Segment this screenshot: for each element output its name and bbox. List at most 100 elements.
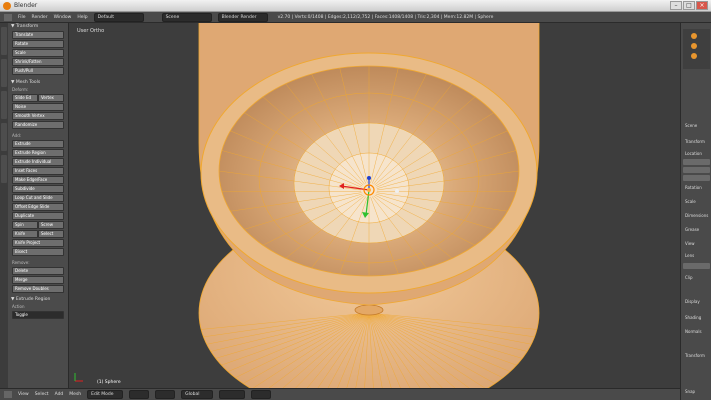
push-pull-button[interactable]: Push/Pull xyxy=(12,67,64,75)
rp-item-scale: Scale xyxy=(685,199,696,204)
rp-item-snap[interactable]: Snap xyxy=(685,389,695,394)
rp-item-transform-orientation[interactable]: Transform xyxy=(685,353,705,358)
tool-shelf: ▼ Transform Translate Rotate Scale Shrin… xyxy=(8,23,69,388)
scale-button[interactable]: Scale xyxy=(12,49,64,57)
make-edge-face-button[interactable]: Make Edge/Face xyxy=(12,176,64,184)
add-label: Add: xyxy=(12,133,22,138)
camera-icon xyxy=(691,33,697,39)
active-object-label: (1) Sphere xyxy=(97,380,121,385)
bisect-button[interactable]: Bisect xyxy=(12,248,64,256)
menu-select[interactable]: Select xyxy=(35,392,49,397)
merge-button[interactable]: Merge xyxy=(12,276,64,284)
location-x-field[interactable] xyxy=(683,159,710,165)
randomize-button[interactable]: Randomize xyxy=(12,121,64,129)
location-z-field[interactable] xyxy=(683,175,710,181)
rp-item-clip: Clip xyxy=(685,275,693,280)
noise-button[interactable]: Noise xyxy=(12,103,64,111)
rp-item-scene[interactable]: Scene xyxy=(685,123,697,128)
info-header: File Render Window Help Default Scene Bl… xyxy=(0,12,711,23)
offset-edge-slide-button[interactable]: Offset Edge Slide xyxy=(12,203,64,211)
deform-label: Deform: xyxy=(12,87,29,92)
tab-tools[interactable] xyxy=(1,27,7,55)
axis-gizmo-icon xyxy=(74,373,83,382)
subdivide-button[interactable]: Subdivide xyxy=(12,185,64,193)
sphere-object-icon xyxy=(691,53,697,59)
screen-layout-select[interactable]: Default xyxy=(93,12,144,22)
extrude-individual-button[interactable]: Extrude Individual xyxy=(12,158,64,166)
inset-faces-button[interactable]: Inset Faces xyxy=(12,167,64,175)
scene-select[interactable]: Scene xyxy=(161,12,212,22)
location-y-field[interactable] xyxy=(683,167,710,173)
outliner-area[interactable] xyxy=(683,29,710,69)
lens-field[interactable] xyxy=(683,263,710,269)
connector-ring xyxy=(354,304,384,316)
window-titlebar: Blender – □ × xyxy=(0,0,711,12)
snap-toggle[interactable] xyxy=(251,390,272,399)
editor-type-icon[interactable] xyxy=(4,13,12,21)
slide-edge-button[interactable]: Slide Ed xyxy=(12,94,38,102)
rp-item-shading[interactable]: Shading xyxy=(685,315,701,320)
menu-add[interactable]: Add xyxy=(55,392,64,397)
3d-viewport[interactable]: User Ortho (1) Sphere xyxy=(69,23,680,388)
rotate-button[interactable]: Rotate xyxy=(12,40,64,48)
smooth-vertex-button[interactable]: Smooth Vertex xyxy=(12,112,64,120)
menu-mesh[interactable]: Mesh xyxy=(69,392,81,397)
select-mode-buttons[interactable] xyxy=(219,390,246,399)
shading-select[interactable] xyxy=(129,390,150,399)
minimize-button[interactable]: – xyxy=(670,1,682,10)
extrude-region-panel-header[interactable]: ▼ Extrude Region xyxy=(8,296,68,303)
tab-grease-pencil[interactable] xyxy=(1,155,7,183)
editor-type-3d-icon[interactable] xyxy=(4,391,12,398)
menu-window[interactable]: Window xyxy=(54,15,72,20)
extrude-button[interactable]: Extrude xyxy=(12,140,64,148)
screw-button[interactable]: Screw xyxy=(38,221,64,229)
tab-shading[interactable] xyxy=(1,91,7,119)
action-select[interactable]: Toggle xyxy=(12,311,64,319)
rp-item-rotation: Rotation xyxy=(685,185,702,190)
transform-panel-header[interactable]: ▼ Transform xyxy=(8,23,68,30)
rp-item-location: Location xyxy=(685,151,702,156)
knife-button[interactable]: Knife xyxy=(12,230,38,238)
rp-item-dimensions: Dimensions xyxy=(685,213,709,218)
rp-item-view[interactable]: View xyxy=(685,241,695,246)
window-title: Blender xyxy=(14,2,38,9)
3d-view-header: View Select Add Mesh Edit Mode Global xyxy=(0,388,680,400)
maximize-button[interactable]: □ xyxy=(683,1,695,10)
mesh-tools-panel-header[interactable]: ▼ Mesh Tools xyxy=(8,79,68,86)
loop-cut-slide-button[interactable]: Loop Cut and Slide xyxy=(12,194,64,202)
rp-item-grease[interactable]: Grease xyxy=(685,227,699,232)
orientation-select[interactable]: Global xyxy=(181,390,214,399)
knife-project-button[interactable]: Knife Project xyxy=(12,239,64,247)
render-engine-select[interactable]: Blender Render xyxy=(217,12,268,22)
lamp-icon xyxy=(691,43,697,49)
duplicate-button[interactable]: Duplicate xyxy=(12,212,64,220)
translate-button[interactable]: Translate xyxy=(12,31,64,39)
spin-button[interactable]: Spin xyxy=(12,221,38,229)
knife-select-button[interactable]: Select xyxy=(38,230,64,238)
tab-options[interactable] xyxy=(1,123,7,151)
delete-button[interactable]: Delete xyxy=(12,267,64,275)
scene-statistics: v2.70 | Verts:0/1408 | Edges:2,112/2,752… xyxy=(277,14,494,20)
rp-item-normals[interactable]: Normals xyxy=(685,329,702,334)
blender-logo-icon xyxy=(3,2,11,10)
slide-vertex-button[interactable]: Vertex xyxy=(38,94,64,102)
menu-file[interactable]: File xyxy=(18,15,26,20)
pivot-select[interactable] xyxy=(155,390,176,399)
menu-help[interactable]: Help xyxy=(77,15,87,20)
rp-item-display[interactable]: Display xyxy=(685,299,700,304)
rp-item-transform[interactable]: Transform xyxy=(685,139,705,144)
remove-label: Remove: xyxy=(12,260,30,265)
menu-view[interactable]: View xyxy=(18,392,29,397)
extrude-region-button[interactable]: Extrude Region xyxy=(12,149,64,157)
properties-panel: Scene Transform Location Rotation Scale … xyxy=(680,23,711,400)
menu-render[interactable]: Render xyxy=(32,15,48,20)
action-label: Action xyxy=(12,304,25,309)
mouse-cursor-icon xyxy=(395,189,399,193)
shrink-fatten-button[interactable]: Shrink/Fatten xyxy=(12,58,64,66)
remove-doubles-button[interactable]: Remove Doubles xyxy=(12,285,64,293)
viewport-canvas xyxy=(74,23,540,388)
mode-select[interactable]: Edit Mode xyxy=(87,390,124,399)
tab-create[interactable] xyxy=(1,59,7,87)
close-button[interactable]: × xyxy=(696,1,708,10)
rp-item-lens: Lens xyxy=(685,253,695,258)
